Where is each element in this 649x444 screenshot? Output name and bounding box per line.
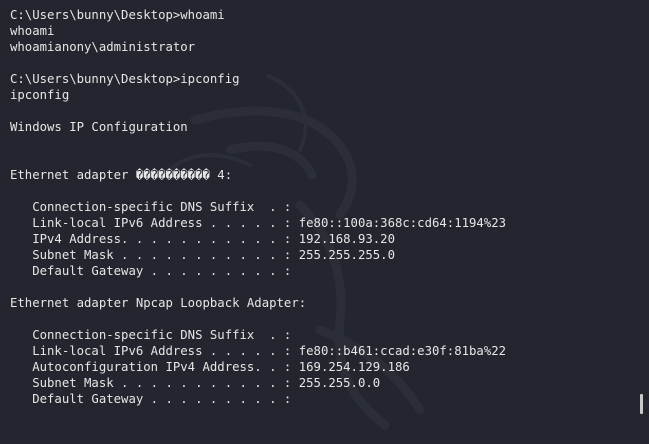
- terminal-line: IPv4 Address. . . . . . . . . . . : 192.…: [10, 232, 395, 246]
- terminal-line: Windows IP Configuration: [10, 120, 188, 134]
- terminal-line: whoamianony\administrator: [10, 40, 196, 54]
- terminal-line: Subnet Mask . . . . . . . . . . . : 255.…: [10, 248, 395, 262]
- terminal-line: Default Gateway . . . . . . . . . :: [10, 264, 292, 278]
- terminal-line: C:\Users\bunny\Desktop>ipconfig: [10, 72, 240, 86]
- terminal-line: Ethernet adapter Npcap Loopback Adapter:: [10, 296, 307, 310]
- terminal-line: Connection-specific DNS Suffix . :: [10, 200, 292, 214]
- terminal-line: whoami: [10, 24, 55, 38]
- terminal-line: Autoconfiguration IPv4 Address. . : 169.…: [10, 360, 410, 374]
- scrollbar-thumb[interactable]: [640, 394, 643, 414]
- terminal-line: C:\Users\bunny\Desktop>whoami: [10, 8, 225, 22]
- terminal-line: Default Gateway . . . . . . . . . :: [10, 392, 292, 406]
- terminal-line: Subnet Mask . . . . . . . . . . . : 255.…: [10, 376, 381, 390]
- terminal-window[interactable]: C:\Users\bunny\Desktop>whoami whoami who…: [0, 0, 649, 444]
- terminal-line: Link-local IPv6 Address . . . . . : fe80…: [10, 344, 507, 358]
- terminal-line: Connection-specific DNS Suffix . :: [10, 328, 292, 342]
- terminal-line: ipconfig: [10, 88, 70, 102]
- terminal-line: Link-local IPv6 Address . . . . . : fe80…: [10, 216, 507, 230]
- terminal-output: C:\Users\bunny\Desktop>whoami whoami who…: [10, 7, 506, 407]
- terminal-line: Ethernet adapter ���������� 4:: [10, 168, 233, 182]
- scrollbar[interactable]: [640, 0, 645, 444]
